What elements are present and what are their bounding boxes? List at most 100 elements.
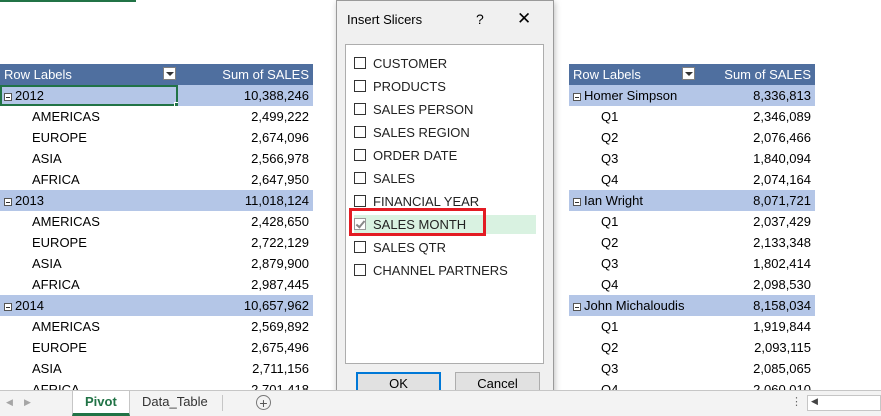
row-label-cell[interactable]: EUROPE [0, 337, 178, 358]
filter-dropdown-icon[interactable] [682, 67, 695, 80]
row-label-cell[interactable]: Q2 [569, 232, 697, 253]
collapse-icon[interactable] [4, 302, 12, 311]
row-label-cell[interactable]: Q2 [569, 337, 697, 358]
slicer-field-item[interactable]: PRODUCTS [354, 77, 538, 96]
row-label-cell[interactable]: Ian Wright [569, 190, 697, 211]
tab-split-handle-icon[interactable]: ⋮ [791, 395, 802, 408]
row-label-cell[interactable]: ASIA [0, 358, 178, 379]
field-checkbox[interactable] [354, 80, 366, 92]
field-checkbox[interactable] [354, 149, 366, 161]
sales-value-cell[interactable]: 2,879,900 [178, 253, 313, 274]
row-label-cell[interactable]: Q1 [569, 211, 697, 232]
sales-value-cell[interactable]: 10,388,246 [178, 85, 313, 106]
row-label-cell[interactable]: ASIA [0, 148, 178, 169]
field-checkbox[interactable] [354, 241, 366, 253]
sales-value-cell[interactable]: 2,346,089 [697, 106, 815, 127]
field-label: SALES QTR [373, 240, 446, 255]
field-checkbox[interactable] [354, 264, 366, 276]
sales-value-cell[interactable]: 2,674,096 [178, 127, 313, 148]
slicer-field-item[interactable]: FINANCIAL YEAR [354, 192, 538, 211]
help-button[interactable]: ? [476, 11, 484, 27]
sales-value-cell[interactable]: 2,428,650 [178, 211, 313, 232]
collapse-icon[interactable] [573, 302, 581, 311]
sales-value-cell[interactable]: 2,987,445 [178, 274, 313, 295]
slicer-field-item[interactable]: SALES MONTH [354, 215, 536, 234]
sheet-tab-pivot[interactable]: Pivot [72, 391, 130, 416]
slicer-field-item[interactable]: CHANNEL PARTNERS [354, 261, 538, 280]
row-label: Q4 [601, 172, 619, 187]
field-label: CHANNEL PARTNERS [373, 263, 508, 278]
row-label-cell[interactable]: ASIA [0, 253, 178, 274]
slicer-field-list[interactable]: CUSTOMER PRODUCTS SALES PERSON SALES REGION… [345, 44, 544, 364]
sales-value-cell[interactable]: 2,675,496 [178, 337, 313, 358]
sales-value-cell[interactable]: 2,098,530 [697, 274, 815, 295]
sales-value-cell[interactable]: 2,499,222 [178, 106, 313, 127]
sales-value-cell[interactable]: 1,840,094 [697, 148, 815, 169]
row-label-cell[interactable]: 2013 [0, 190, 178, 211]
field-label: CUSTOMER [373, 56, 448, 71]
sales-value-cell[interactable]: 10,657,962 [178, 295, 313, 316]
row-label-cell[interactable]: AMERICAS [0, 316, 178, 337]
slicer-field-item[interactable]: CUSTOMER [354, 54, 538, 73]
row-label-cell[interactable]: EUROPE [0, 232, 178, 253]
row-label-cell[interactable]: Q2 [569, 127, 697, 148]
slicer-field-item[interactable]: SALES REGION [354, 123, 538, 142]
collapse-icon[interactable] [573, 92, 581, 101]
scroll-tabs-left-icon[interactable]: ◀ [6, 397, 13, 408]
sales-value-cell[interactable]: 1,919,844 [697, 316, 815, 337]
add-sheet-icon[interactable]: + [256, 395, 271, 410]
slicer-field-item[interactable]: SALES [354, 169, 538, 188]
row-label-cell[interactable]: Q3 [569, 358, 697, 379]
sales-value-cell[interactable]: 8,158,034 [697, 295, 815, 316]
row-label-cell[interactable]: AMERICAS [0, 211, 178, 232]
row-label-cell[interactable]: Homer Simpson [569, 85, 697, 106]
row-label-cell[interactable]: Q3 [569, 253, 697, 274]
sales-value-cell[interactable]: 2,093,115 [697, 337, 815, 358]
field-checkbox[interactable] [354, 218, 366, 230]
sales-value-cell[interactable]: 2,647,950 [178, 169, 313, 190]
sales-value-cell[interactable]: 2,569,892 [178, 316, 313, 337]
field-checkbox[interactable] [354, 103, 366, 115]
sales-value-cell[interactable]: 2,037,429 [697, 211, 815, 232]
row-label-cell[interactable]: Q1 [569, 316, 697, 337]
sales-value-cell[interactable]: 8,336,813 [697, 85, 815, 106]
field-checkbox[interactable] [354, 172, 366, 184]
row-label-cell[interactable]: 2012 [0, 85, 178, 106]
slicer-field-item[interactable]: SALES QTR [354, 238, 538, 257]
collapse-icon[interactable] [4, 92, 12, 101]
sales-value-cell[interactable]: 2,085,065 [697, 358, 815, 379]
sales-value-cell[interactable]: 2,076,466 [697, 127, 815, 148]
horizontal-scrollbar[interactable] [807, 395, 881, 411]
field-checkbox[interactable] [354, 57, 366, 69]
sales-value-cell[interactable]: 2,722,129 [178, 232, 313, 253]
slicer-field-item[interactable]: SALES PERSON [354, 100, 538, 119]
sales-value-cell[interactable]: 2,566,978 [178, 148, 313, 169]
row-label-cell[interactable]: AFRICA [0, 274, 178, 295]
scroll-tabs-right-icon[interactable]: ▶ [24, 397, 31, 408]
row-label-cell[interactable]: Q3 [569, 148, 697, 169]
field-checkbox[interactable] [354, 126, 366, 138]
slicer-field-item[interactable]: ORDER DATE [354, 146, 538, 165]
row-label-cell[interactable]: AFRICA [0, 169, 178, 190]
close-button[interactable]: ✕ [517, 9, 531, 29]
row-label-cell[interactable]: 2014 [0, 295, 178, 316]
collapse-icon[interactable] [4, 197, 12, 206]
collapse-icon[interactable] [573, 197, 581, 206]
sales-value-cell[interactable]: 8,071,721 [697, 190, 815, 211]
sales-value-cell[interactable]: 1,802,414 [697, 253, 815, 274]
field-checkbox[interactable] [354, 195, 366, 207]
sales-value-cell[interactable]: 2,133,348 [697, 232, 815, 253]
scroll-left-arrow-icon[interactable]: ◀ [811, 396, 818, 407]
sales-value-cell[interactable]: 2,074,164 [697, 169, 815, 190]
row-label-cell[interactable]: AMERICAS [0, 106, 178, 127]
row-label: Q1 [601, 319, 619, 334]
sales-value-cell[interactable]: 11,018,124 [178, 190, 313, 211]
row-label-cell[interactable]: EUROPE [0, 127, 178, 148]
row-label-cell[interactable]: Q4 [569, 274, 697, 295]
filter-dropdown-icon[interactable] [163, 67, 176, 80]
sheet-tab-data-table[interactable]: Data_Table [130, 391, 220, 416]
row-label-cell[interactable]: John Michaloudis [569, 295, 697, 316]
row-label-cell[interactable]: Q4 [569, 169, 697, 190]
row-label-cell[interactable]: Q1 [569, 106, 697, 127]
sales-value-cell[interactable]: 2,711,156 [178, 358, 313, 379]
